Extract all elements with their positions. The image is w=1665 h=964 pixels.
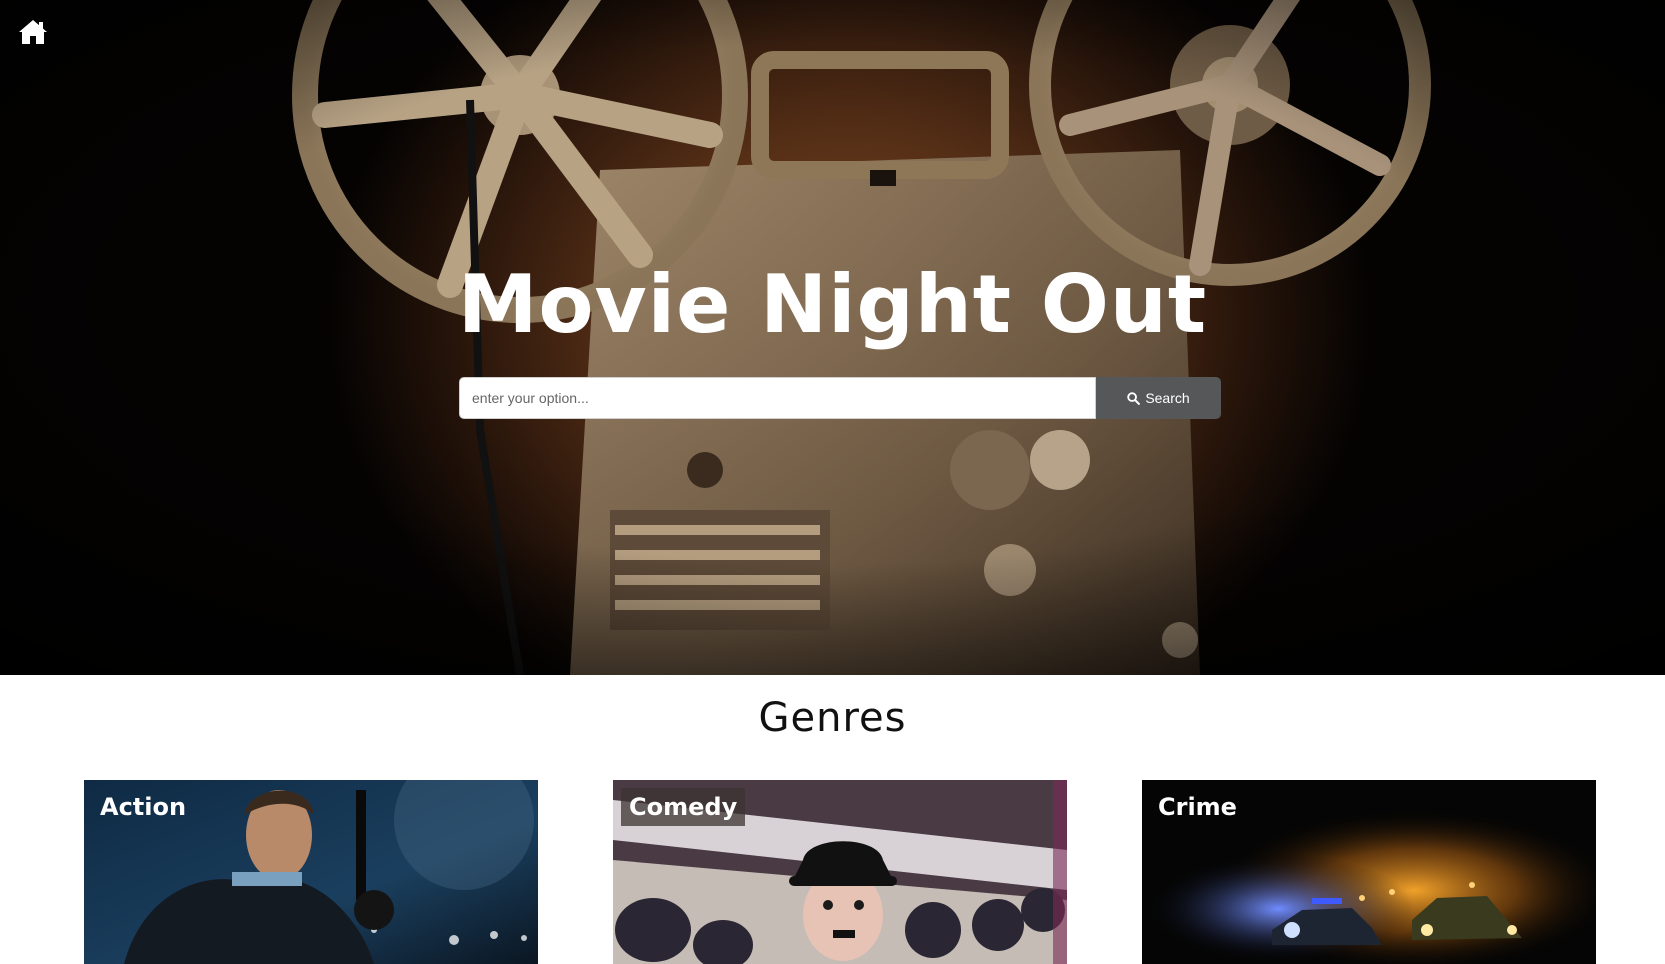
hero-banner: Movie Night Out Search	[0, 0, 1665, 675]
page-title: Movie Night Out	[457, 258, 1208, 351]
genre-cards: Action Comedy Crime	[0, 780, 1665, 964]
genre-card-label: Action	[100, 793, 187, 821]
genre-card-comedy[interactable]: Comedy	[613, 780, 1067, 964]
home-icon[interactable]	[18, 18, 48, 46]
search-icon	[1127, 391, 1141, 405]
genre-card-action[interactable]: Action	[84, 780, 538, 964]
genre-card-crime[interactable]: Crime	[1142, 780, 1596, 964]
search-button[interactable]: Search	[1096, 377, 1221, 419]
search-input[interactable]	[459, 377, 1096, 419]
genre-card-label: Crime	[1158, 793, 1237, 821]
search-bar: Search	[459, 377, 1221, 419]
genre-card-label: Comedy	[621, 788, 746, 826]
search-button-label: Search	[1145, 390, 1190, 406]
genres-heading: Genres	[758, 695, 907, 741]
